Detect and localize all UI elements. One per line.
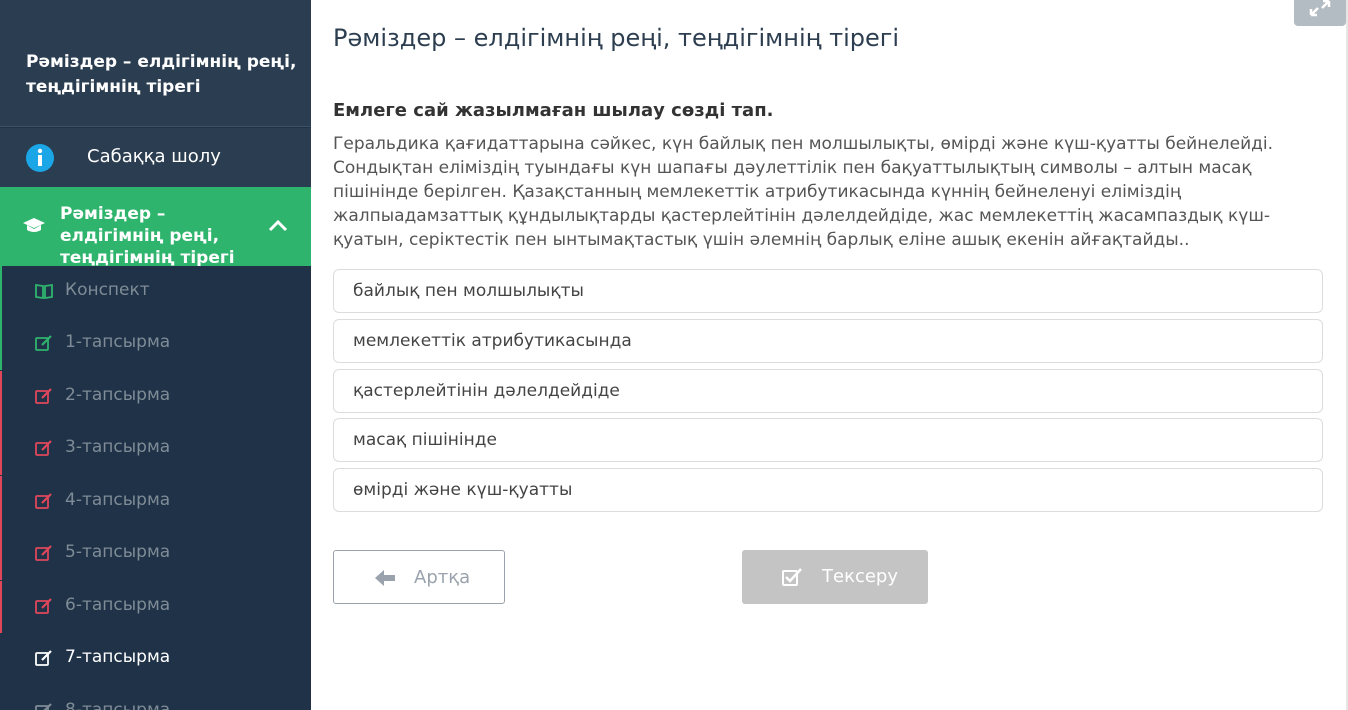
answer-option-label: мемлекеттік атрибутикасында (353, 331, 632, 351)
answer-option[interactable]: мемлекеттік атрибутикасында (333, 319, 1323, 363)
sidebar-item-task-2[interactable]: 2-тапсырма (0, 371, 311, 423)
back-button[interactable]: Артқа (333, 550, 505, 604)
info-icon (26, 144, 54, 172)
edit-icon (35, 388, 52, 404)
status-bar (0, 581, 2, 633)
edit-icon (35, 440, 52, 456)
sidebar-item-overview[interactable]: Сабаққа шолу (0, 128, 311, 187)
sidebar-item-label: Конспект (65, 280, 150, 300)
answer-option[interactable]: қастерлейтінін дәлелдейдіде (333, 369, 1323, 413)
sidebar-title: Рәміздер – елдігімнің реңі, теңдігімнің … (26, 52, 297, 97)
status-bar (0, 371, 2, 423)
sidebar-item-label: 1-тапсырма (65, 332, 171, 352)
book-icon (35, 283, 53, 299)
checkbox-check-icon (782, 568, 802, 586)
edit-icon (35, 703, 52, 710)
sidebar-item-label: 2-тапсырма (65, 385, 171, 405)
sidebar-item-label: 4-тапсырма (65, 490, 171, 510)
edit-icon (35, 545, 52, 561)
check-button[interactable]: Тексеру (742, 550, 928, 604)
sidebar-item-overview-label: Сабаққа шолу (87, 146, 221, 167)
answer-option[interactable]: байлық пен молшылықты (333, 269, 1323, 313)
sidebar-item-task-4[interactable]: 4-тапсырма (0, 476, 311, 528)
sidebar-item-label: 6-тапсырма (65, 595, 171, 615)
status-bar (0, 423, 2, 475)
expand-icon (1309, 0, 1331, 17)
status-bar (0, 266, 2, 318)
answer-option-label: қастерлейтінін дәлелдейдіде (353, 381, 620, 401)
answer-option-label: байлық пен молшылықты (353, 281, 584, 301)
sidebar-item-label: 3-тапсырма (65, 437, 171, 457)
answer-option[interactable]: масақ пішінінде (333, 418, 1323, 462)
back-chevron-icon[interactable] (262, 0, 282, 10)
check-button-label: Тексеру (822, 566, 898, 587)
sidebar-item-label: 8-тапсырма (65, 700, 171, 710)
status-bar (0, 318, 2, 370)
sidebar-item-konspekt[interactable]: Конспект (0, 266, 311, 318)
sidebar-item-task-8[interactable]: 8-тапсырма (0, 686, 311, 710)
question-title: Емлеге сай жазылмаған шылау сөзді тап. (333, 100, 774, 121)
sidebar: Рәміздер – елдігімнің реңі, теңдігімнің … (0, 0, 311, 710)
sidebar-item-task-7[interactable]: 7-тапсырма (0, 633, 311, 685)
main-content: Рәміздер – елдігімнің реңі, теңдігімнің … (311, 0, 1348, 710)
graduation-cap-icon (23, 218, 45, 232)
answer-option[interactable]: өмірді және күш-қуатты (333, 468, 1323, 512)
app-window: Рәміздер – елдігімнің реңі, теңдігімнің … (0, 0, 1348, 710)
answer-option-label: масақ пішінінде (353, 430, 497, 450)
answer-option-label: өмірді және күш-қуатты (353, 480, 573, 500)
question-text: Геральдика қағидаттарына сәйкес, күн бай… (333, 134, 1274, 250)
sidebar-section-label: Рәміздер – елдігімнің реңі, теңдігімнің … (60, 204, 235, 266)
sidebar-header: Рәміздер – елдігімнің реңі, теңдігімнің … (0, 0, 311, 127)
page-title: Рәміздер – елдігімнің реңі, теңдігімнің … (333, 24, 900, 52)
status-bar (0, 528, 2, 580)
chevron-up-icon[interactable] (268, 218, 288, 232)
sidebar-section-current[interactable]: Рәміздер – елдігімнің реңі, теңдігімнің … (0, 187, 311, 266)
sidebar-item-label: 5-тапсырма (65, 542, 171, 562)
edit-icon (35, 335, 52, 351)
sidebar-item-task-1[interactable]: 1-тапсырма (0, 318, 311, 370)
sidebar-item-task-3[interactable]: 3-тапсырма (0, 423, 311, 475)
status-bar (0, 476, 2, 528)
back-button-label: Артқа (414, 567, 471, 588)
sidebar-item-label: 7-тапсырма (65, 647, 171, 667)
arrow-left-icon (375, 570, 395, 586)
sidebar-item-task-5[interactable]: 5-тапсырма (0, 528, 311, 580)
edit-icon (35, 493, 52, 509)
edit-icon (35, 598, 52, 614)
edit-icon (35, 650, 52, 666)
fullscreen-button[interactable] (1294, 0, 1346, 26)
sidebar-item-task-6[interactable]: 6-тапсырма (0, 581, 311, 633)
